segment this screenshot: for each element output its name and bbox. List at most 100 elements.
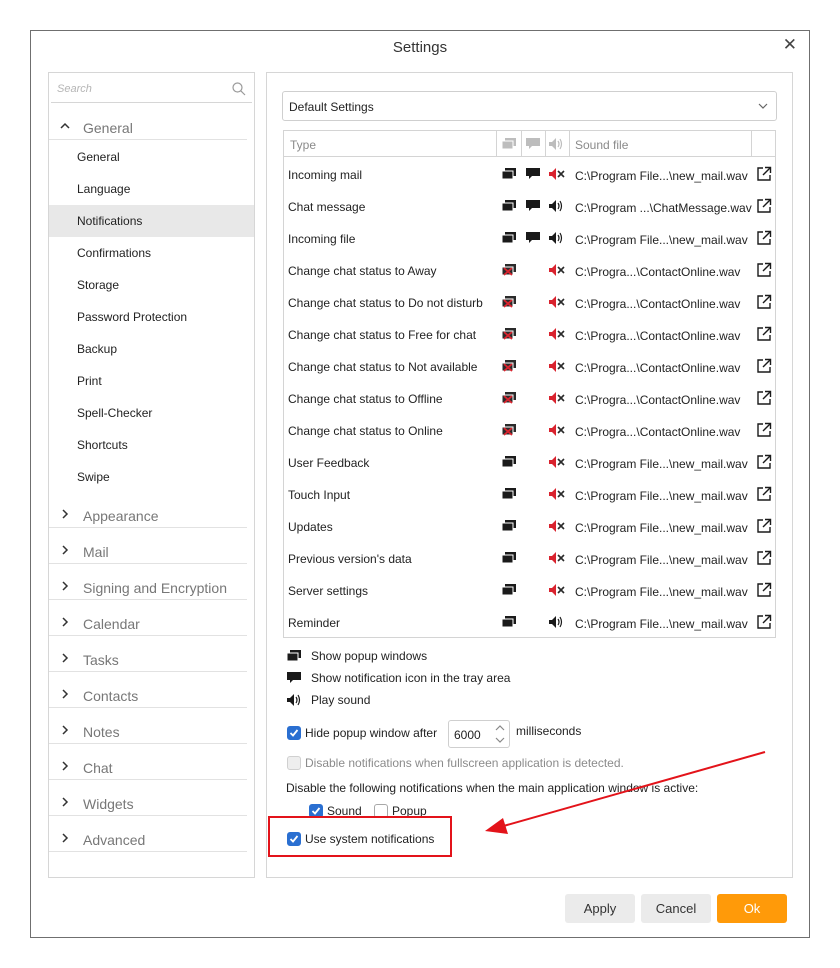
sidebar-item-general[interactable]: General	[49, 141, 254, 173]
speaker-muted-icon[interactable]	[549, 392, 565, 407]
sidebar-item-shortcuts[interactable]: Shortcuts	[49, 429, 254, 461]
popup-window-icon[interactable]	[501, 552, 516, 567]
open-external-icon[interactable]	[756, 422, 772, 441]
popup-window-icon[interactable]	[501, 232, 516, 247]
speaker-muted-icon[interactable]	[549, 584, 565, 599]
table-row[interactable]: Change chat status to Free for chat C:\Pr…	[284, 318, 775, 350]
category-contacts[interactable]: Contacts	[49, 684, 247, 708]
speaker-icon[interactable]	[549, 616, 565, 631]
sidebar-item-label: Spell-Checker	[77, 406, 153, 420]
popup-window-icon[interactable]	[501, 488, 516, 503]
popup-disabled-icon[interactable]	[501, 296, 516, 311]
tray-bubble-icon	[287, 672, 301, 683]
popup-window-icon[interactable]	[501, 520, 516, 535]
table-row[interactable]: Change chat status to Not available C:\Pr…	[284, 350, 775, 382]
popup-disabled-icon[interactable]	[501, 264, 516, 279]
chevron-down-icon[interactable]	[495, 736, 505, 744]
table-row[interactable]: Change chat status to Do not disturb C:\P…	[284, 286, 775, 318]
popup-disabled-icon[interactable]	[501, 424, 516, 439]
popup-window-icon[interactable]	[501, 168, 516, 183]
tray-bubble-icon[interactable]	[526, 200, 540, 215]
popup-disabled-icon[interactable]	[501, 328, 516, 343]
open-external-icon[interactable]	[756, 326, 772, 345]
table-row[interactable]: Change chat status to Away C:\Progra...\C…	[284, 254, 775, 286]
table-row[interactable]: Previous version's data C:\Program File..…	[284, 542, 775, 574]
tray-bubble-icon[interactable]	[526, 232, 540, 247]
popup-window-icon[interactable]	[501, 200, 516, 215]
hide-popup-checkbox[interactable]	[287, 726, 301, 740]
speaker-muted-icon[interactable]	[549, 264, 565, 279]
sidebar-item-backup[interactable]: Backup	[49, 333, 254, 365]
sidebar-item-storage[interactable]: Storage	[49, 269, 254, 301]
sidebar-item-swipe[interactable]: Swipe	[49, 461, 254, 493]
table-row[interactable]: Change chat status to Online C:\Progra...…	[284, 414, 775, 446]
speaker-muted-icon[interactable]	[549, 552, 565, 567]
table-row[interactable]: Reminder C:\Program File...\new_mail.wav	[284, 606, 775, 637]
chevron-up-icon[interactable]	[495, 724, 505, 732]
open-external-icon[interactable]	[756, 262, 772, 281]
category-notes[interactable]: Notes	[49, 720, 247, 744]
speaker-muted-icon[interactable]	[549, 296, 565, 311]
sidebar-item-confirmations[interactable]: Confirmations	[49, 237, 254, 269]
open-external-icon[interactable]	[756, 166, 772, 185]
tray-bubble-icon[interactable]	[526, 168, 540, 183]
speaker-muted-icon[interactable]	[549, 520, 565, 535]
table-row[interactable]: Server settings C:\Program File...\new_ma…	[284, 574, 775, 606]
sidebar-item-spell-checker[interactable]: Spell-Checker	[49, 397, 254, 429]
speaker-muted-icon[interactable]	[549, 456, 565, 471]
sidebar-item-print[interactable]: Print	[49, 365, 254, 397]
category-widgets[interactable]: Widgets	[49, 792, 247, 816]
open-external-icon[interactable]	[756, 390, 772, 409]
category-advanced[interactable]: Advanced	[49, 828, 247, 852]
open-external-icon[interactable]	[756, 294, 772, 313]
table-row[interactable]: Change chat status to Offline C:\Progra..…	[284, 382, 775, 414]
open-external-icon[interactable]	[756, 198, 772, 217]
speaker-muted-icon[interactable]	[549, 328, 565, 343]
open-external-icon[interactable]	[756, 358, 772, 377]
open-external-icon[interactable]	[756, 454, 772, 473]
speaker-icon[interactable]	[549, 232, 565, 247]
table-row[interactable]: Updates C:\Program File...\new_mail.wav	[284, 510, 775, 542]
category-chat[interactable]: Chat	[49, 756, 247, 780]
notification-type: Chat message	[288, 200, 366, 214]
category-tasks[interactable]: Tasks	[49, 648, 247, 672]
popup-window-icon[interactable]	[501, 456, 516, 471]
speaker-icon[interactable]	[549, 200, 565, 215]
popup-window-icon[interactable]	[501, 616, 516, 631]
open-external-icon[interactable]	[756, 582, 772, 601]
sidebar-item-password-protection[interactable]: Password Protection	[49, 301, 254, 333]
open-external-icon[interactable]	[756, 550, 772, 569]
speaker-muted-icon[interactable]	[549, 360, 565, 375]
ok-button[interactable]: Ok	[717, 894, 787, 923]
category-mail[interactable]: Mail	[49, 540, 247, 564]
popup-window-icon[interactable]	[501, 584, 516, 599]
speaker-muted-icon[interactable]	[549, 488, 565, 503]
search-icon[interactable]	[232, 82, 246, 96]
sidebar-item-language[interactable]: Language	[49, 173, 254, 205]
category-calendar[interactable]: Calendar	[49, 612, 247, 636]
category-signing-and-encryption[interactable]: Signing and Encryption	[49, 576, 247, 600]
category-general[interactable]: General	[49, 116, 247, 140]
open-external-icon[interactable]	[756, 486, 772, 505]
profile-select[interactable]: Default Settings	[282, 91, 777, 121]
sidebar-item-notifications[interactable]: Notifications	[49, 205, 254, 237]
open-external-icon[interactable]	[756, 614, 772, 633]
table-row[interactable]: Chat message C:\Program ...\ChatMessage.w…	[284, 190, 775, 222]
apply-button[interactable]: Apply	[565, 894, 635, 923]
category-appearance[interactable]: Appearance	[49, 504, 247, 528]
speaker-muted-icon[interactable]	[549, 168, 565, 183]
speaker-muted-icon[interactable]	[549, 424, 565, 439]
hide-popup-stepper[interactable]: 6000	[448, 720, 510, 748]
popup-disabled-icon[interactable]	[501, 392, 516, 407]
search-input[interactable]	[51, 75, 252, 102]
table-row[interactable]: Incoming mail C:\Program File...\new_mail…	[284, 158, 775, 190]
open-external-icon[interactable]	[756, 518, 772, 537]
open-external-icon[interactable]	[756, 230, 772, 249]
sound-file-path: C:\Progra...\ContactOnline.wav	[575, 329, 741, 343]
popup-disabled-icon[interactable]	[501, 360, 516, 375]
table-row[interactable]: Incoming file C:\Program File...\new_mail…	[284, 222, 775, 254]
cancel-button[interactable]: Cancel	[641, 894, 711, 923]
table-row[interactable]: Touch Input C:\Program File...\new_mail.w…	[284, 478, 775, 510]
table-row[interactable]: User Feedback C:\Program File...\new_mail…	[284, 446, 775, 478]
close-icon[interactable]: ✕	[783, 35, 797, 55]
